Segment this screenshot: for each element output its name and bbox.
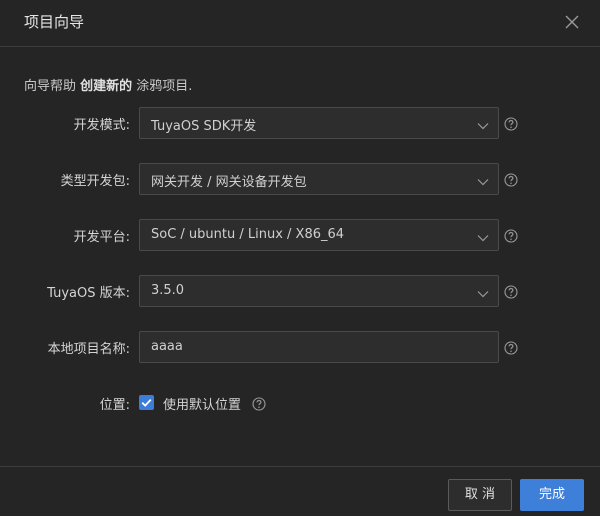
dev-mode-label: 开发模式: [73,118,130,133]
project-name-value: aaaa [151,339,183,354]
use-default-location-label[interactable]: 使用默认位置 [163,394,241,413]
check-icon [141,398,152,407]
dialog-header: 项目向导 [0,0,600,47]
dialog-footer: 取 消 完成 [0,466,600,516]
dialog-title: 项目向导 [24,13,85,31]
help-icon[interactable] [504,284,518,299]
intro-before: 向导帮助 [24,79,81,94]
help-icon[interactable] [504,340,518,355]
help-icon[interactable] [504,172,518,187]
platform-value: SoC / ubuntu / Linux / X86_64 [151,227,345,242]
platform-select[interactable]: SoC / ubuntu / Linux / X86_64 [139,219,499,251]
help-icon[interactable] [504,228,518,243]
use-default-location-checkbox[interactable] [139,395,154,410]
cancel-button[interactable]: 取 消 [448,479,512,511]
project-name-label: 本地项目名称: [47,342,130,357]
pkg-type-select[interactable]: 网关开发 / 网关设备开发包 [139,163,499,195]
platform-row: 开发平台: SoC / ubuntu / Linux / X86_64 [0,219,600,251]
version-value: 3.5.0 [151,283,185,298]
chevron-down-icon [477,117,489,130]
chevron-down-icon [477,229,489,242]
help-icon[interactable] [504,116,518,131]
chevron-down-icon [477,285,489,298]
project-name-row: 本地项目名称: aaaa [0,331,600,363]
close-icon[interactable] [564,11,580,33]
pkg-type-value: 网关开发 / 网关设备开发包 [151,175,307,190]
pkg-type-row: 类型开发包: 网关开发 / 网关设备开发包 [0,163,600,195]
project-name-input[interactable]: aaaa [139,331,499,363]
dev-mode-select[interactable]: TuyaOS SDK开发 [139,107,499,139]
version-label: TuyaOS 版本: [47,286,130,301]
version-row: TuyaOS 版本: 3.5.0 [0,275,600,307]
version-select[interactable]: 3.5.0 [139,275,499,307]
pkg-type-label: 类型开发包: [60,174,130,189]
platform-label: 开发平台: [73,230,130,245]
location-row: 位置: 使用默认位置 [0,387,600,419]
finish-button[interactable]: 完成 [520,479,584,511]
dev-mode-value: TuyaOS SDK开发 [151,119,257,134]
intro-bold: 创建新的 [80,79,133,94]
intro-text: 向导帮助 创建新的 涂鸦项目. [24,75,192,94]
intro-after: 涂鸦项目. [132,79,193,94]
dev-mode-row: 开发模式: TuyaOS SDK开发 [0,107,600,139]
help-icon[interactable] [252,396,266,411]
project-wizard-dialog: 项目向导 向导帮助 创建新的 涂鸦项目. 开发模式: TuyaOS SDK开发 … [0,0,600,516]
location-label: 位置: [99,398,130,413]
chevron-down-icon [477,173,489,186]
